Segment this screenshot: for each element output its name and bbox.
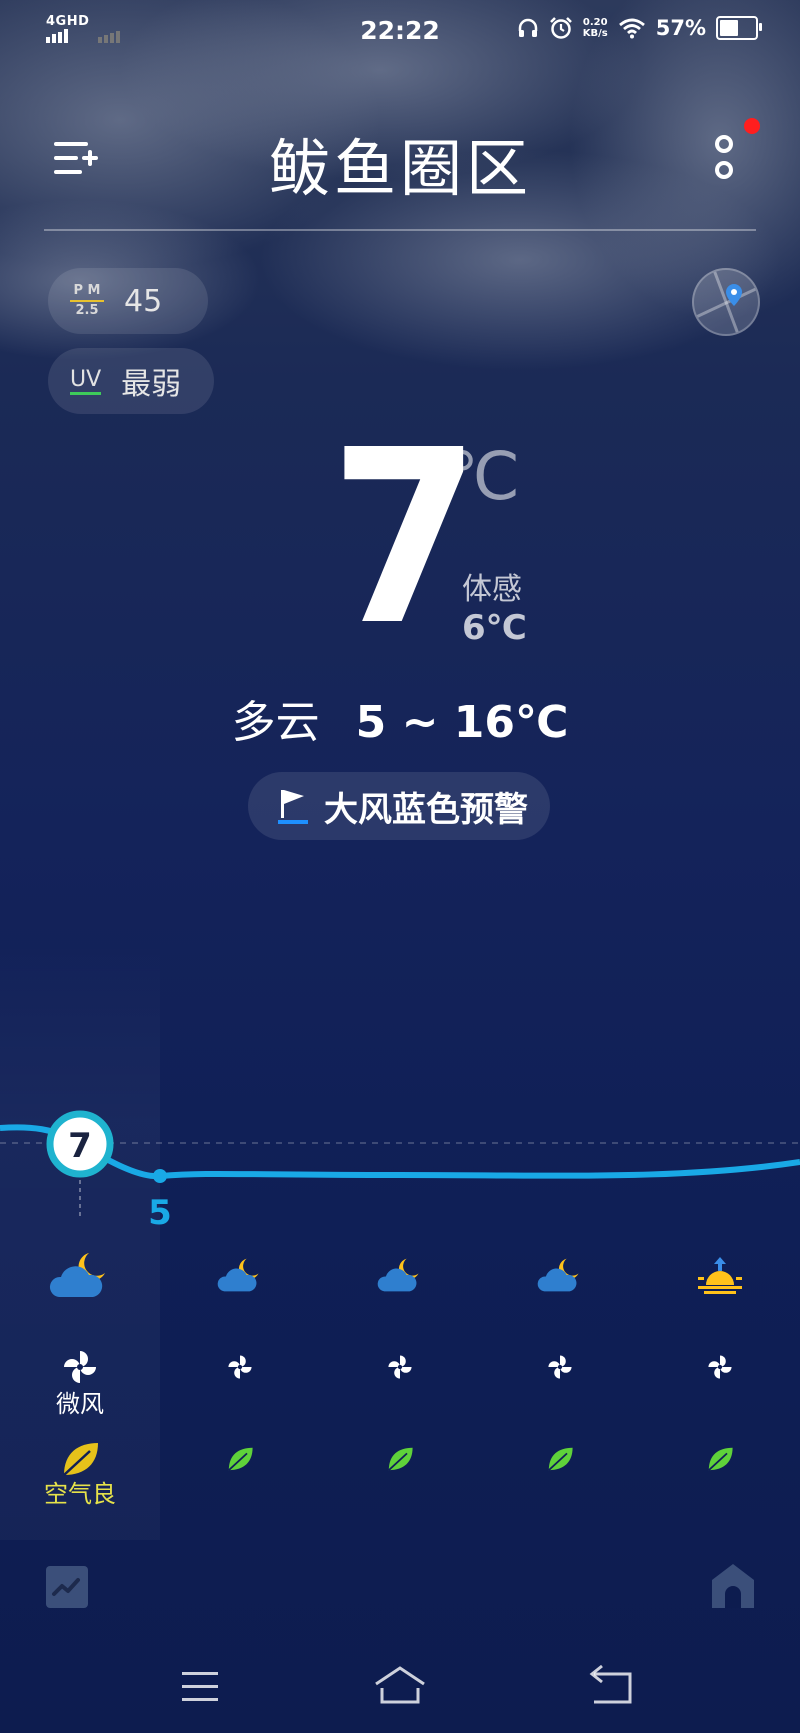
- temperature-unit: ℃: [446, 438, 521, 515]
- temperature-curve: [0, 1124, 800, 1180]
- wind-label: 微风: [56, 1390, 104, 1418]
- now-temp-label: 7: [68, 1126, 92, 1166]
- network-speed: 0.20 KB/s: [583, 17, 608, 39]
- uv-tag: UV: [70, 367, 102, 395]
- hour-cell: [160, 1240, 320, 1310]
- leaf-icon: [548, 1447, 573, 1471]
- feels-like-label: 体感: [462, 572, 522, 607]
- hour-cell: [480, 1424, 640, 1494]
- status-bar: 4GHD 22:22 0.20 KB/s 57%: [0, 0, 800, 62]
- alert-text: 大风蓝色预警: [324, 789, 528, 830]
- trend-chart-icon: [52, 1578, 80, 1596]
- leaf-icon: [708, 1447, 733, 1471]
- map-pin-icon: [694, 270, 758, 334]
- hour-cell: [640, 1332, 800, 1402]
- hour-cell: [480, 1240, 640, 1310]
- hour-cell: [640, 1240, 800, 1310]
- cloudy-night-icon: [217, 1258, 259, 1292]
- hour-cell: [320, 1424, 480, 1494]
- back-nav-icon[interactable]: [570, 1662, 650, 1712]
- next-point: [153, 1169, 167, 1183]
- leaf-icon: [63, 1443, 98, 1476]
- hourly-weather-icons: [0, 1240, 800, 1310]
- home-nav-icon[interactable]: [360, 1662, 440, 1712]
- pinwheel-icon: [228, 1355, 252, 1379]
- hour-cell: [320, 1240, 480, 1310]
- hour-cell: [480, 1332, 640, 1402]
- hour-cell: [640, 1424, 800, 1494]
- hour-cell: [160, 1424, 320, 1494]
- hour-cell: [320, 1332, 480, 1402]
- map-button[interactable]: [692, 268, 760, 336]
- condition-line: 多云 5 ~ 16℃: [0, 686, 800, 750]
- speed-value: 0.20: [582, 17, 608, 28]
- menu-nav-icon[interactable]: [160, 1662, 240, 1712]
- header-divider: [44, 229, 756, 231]
- uv-pill[interactable]: UV 最弱: [48, 348, 214, 414]
- more-icon[interactable]: [706, 130, 742, 186]
- pm25-tag-top: P M: [73, 283, 101, 298]
- notification-dot: [744, 118, 760, 134]
- alarm-icon: [549, 17, 572, 39]
- weather-condition: 多云: [231, 697, 320, 748]
- pinwheel-icon: [548, 1355, 572, 1379]
- sunrise-icon: [698, 1257, 742, 1294]
- warning-flag-icon: [278, 790, 308, 824]
- pm25-pill[interactable]: P M 2.5 45: [48, 268, 208, 334]
- cloudy-night-icon: [537, 1258, 579, 1292]
- hour-cell: [160, 1332, 320, 1402]
- leaf-icon: [228, 1447, 253, 1471]
- wifi-icon: [618, 18, 645, 39]
- cloudy-night-icon: [49, 1253, 105, 1297]
- hour-cell: [0, 1240, 160, 1310]
- pinwheel-icon: [708, 1355, 732, 1379]
- cloudy-night-icon: [377, 1258, 419, 1292]
- city-name[interactable]: 鲅鱼圈区: [0, 118, 800, 208]
- leaf-icon: [388, 1447, 413, 1471]
- battery-percent: 57%: [655, 16, 706, 40]
- pm25-tag: P M 2.5: [70, 284, 104, 318]
- pm25-tag-bottom: 2.5: [75, 303, 99, 318]
- pinwheel-icon: [388, 1355, 412, 1379]
- pinwheel-icon: [64, 1351, 96, 1383]
- feels-like-value: 6℃: [462, 608, 527, 648]
- home-icon[interactable]: [710, 1562, 756, 1610]
- uv-value: 最弱: [121, 367, 182, 402]
- weather-alert-button[interactable]: 大风蓝色预警: [248, 772, 550, 840]
- trend-button[interactable]: [46, 1566, 88, 1608]
- battery-fill: [720, 20, 739, 36]
- speed-unit: KB/s: [582, 28, 608, 39]
- next-temp-label: 5: [148, 1193, 172, 1233]
- temperature-range: 5 ~ 16℃: [355, 697, 569, 748]
- header: 鲅鱼圈区: [0, 100, 800, 210]
- pm25-value: 45: [124, 283, 163, 319]
- headphones-icon: [518, 18, 537, 37]
- system-navigation-bar: [0, 1640, 800, 1733]
- hourly-temperature-chart: 7 5: [0, 1110, 800, 1233]
- battery-icon: [716, 16, 762, 40]
- air-quality-label: 空气良: [44, 1480, 116, 1508]
